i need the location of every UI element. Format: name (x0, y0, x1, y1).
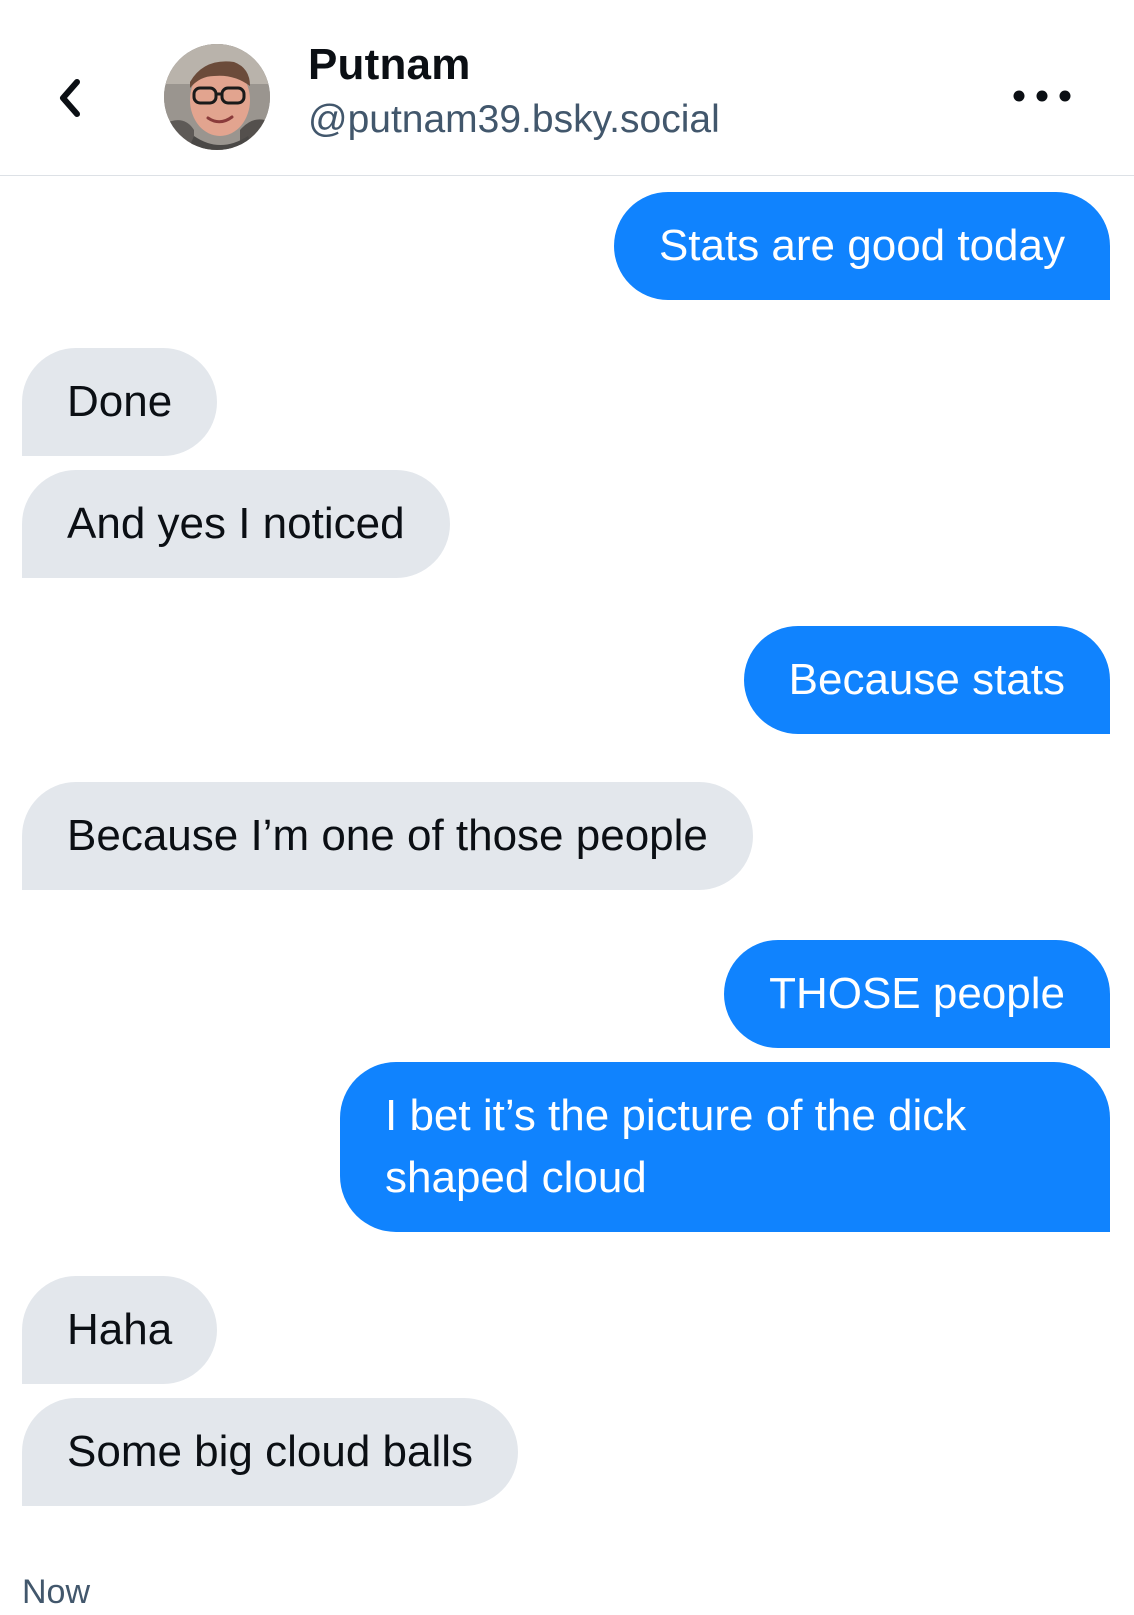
message-bubble-received[interactable]: Done (22, 348, 218, 456)
contact-name: Putnam (308, 40, 471, 89)
back-button[interactable] (50, 70, 90, 126)
message-bubble-sent[interactable]: Because stats (743, 626, 1110, 734)
message-bubble-sent[interactable]: I bet it’s the picture of the dick shape… (340, 1062, 1110, 1232)
contact-handle: @putnam39.bsky.social (308, 98, 720, 141)
message-bubble-sent[interactable]: THOSE people (724, 940, 1110, 1048)
conversation-header: Putnam @putnam39.bsky.social (0, 0, 1134, 176)
message-timestamp: Now (22, 1573, 91, 1611)
chevron-left-icon (60, 79, 80, 117)
more-options-button[interactable] (1010, 80, 1074, 112)
message-bubble-received[interactable]: And yes I noticed (22, 470, 450, 578)
message-bubble-received[interactable]: Some big cloud balls (22, 1398, 519, 1506)
message-bubble-received[interactable]: Haha (22, 1276, 218, 1384)
message-bubble-received[interactable]: Because I’m one of those people (22, 782, 753, 890)
avatar-photo (164, 44, 270, 150)
avatar[interactable] (164, 44, 270, 150)
message-bubble-sent[interactable]: Stats are good today (613, 192, 1110, 300)
ellipsis-icon (1013, 90, 1071, 102)
message-thread[interactable]: Stats are good today Done And yes I noti… (0, 176, 1134, 1615)
